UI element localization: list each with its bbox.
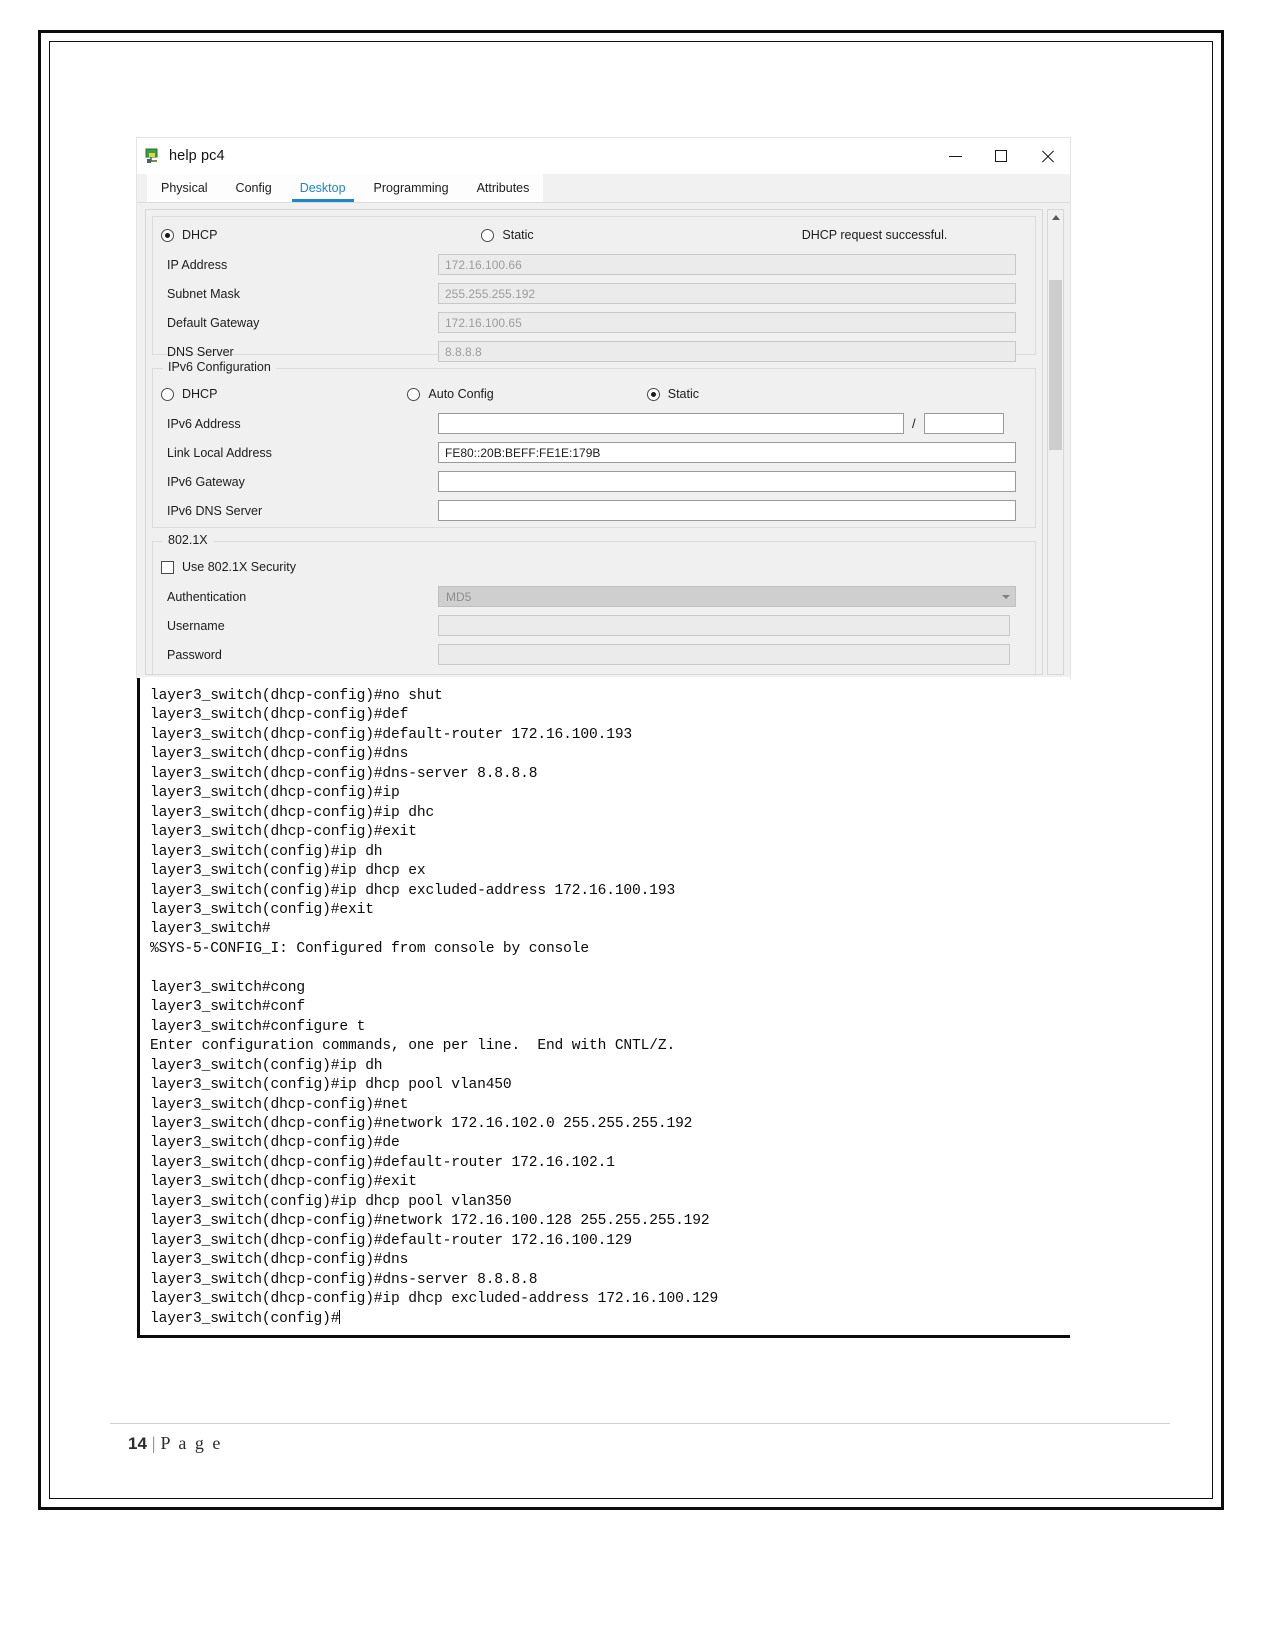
close-icon: [1040, 149, 1055, 164]
window-controls: [932, 138, 1070, 174]
link-local-address-field[interactable]: FE80::20B:BEFF:FE1E:179B: [438, 442, 1016, 463]
dot1x-group-title: 802.1X: [163, 533, 213, 547]
dns-server-field[interactable]: 8.8.8.8: [438, 341, 1016, 362]
minimize-button[interactable]: [932, 140, 978, 172]
ip-address-field[interactable]: 172.16.100.66: [438, 254, 1016, 275]
footer-divider: [110, 1423, 1170, 1424]
use-802-1x-label: Use 802.1X Security: [182, 560, 296, 574]
ipv6-auto-config-label: Auto Config: [428, 387, 494, 401]
default-gateway-field[interactable]: 172.16.100.65: [438, 312, 1016, 333]
dhcp-radio-label: DHCP: [182, 228, 218, 242]
close-button[interactable]: [1024, 140, 1070, 172]
tab-physical[interactable]: Physical: [147, 174, 222, 202]
username-label: Username: [167, 618, 225, 633]
username-field[interactable]: [438, 615, 1010, 636]
config-vertical-scrollbar[interactable]: [1047, 209, 1064, 675]
tab-physical-label: Physical: [161, 181, 208, 195]
cli-lines: layer3_switch(dhcp-config)#no shut layer…: [150, 688, 719, 1327]
dns-server-row: DNS Server 8.8.8.8: [153, 337, 1035, 366]
tab-attributes-label: Attributes: [476, 181, 530, 195]
ipv6-gateway-field[interactable]: [438, 471, 1016, 492]
tab-programming-label: Programming: [373, 181, 449, 195]
footer-page-number: 14: [128, 1434, 147, 1453]
scrollbar-thumb[interactable]: [1049, 280, 1062, 450]
ipv6-static-label: Static: [667, 387, 700, 401]
subnet-mask-label: Subnet Mask: [167, 286, 240, 301]
scroll-up-arrow-icon: [1051, 215, 1060, 220]
window-title: help pc4: [169, 148, 225, 164]
ipv6-gateway-row: IPv6 Gateway: [153, 467, 1035, 496]
password-row: Password: [153, 640, 1035, 669]
ipv6-dhcp-radio[interactable]: [161, 387, 174, 401]
config-scroll-area: DHCP Static DHCP request successful. IP …: [145, 209, 1043, 675]
ip-configuration-panel: DHCP Static DHCP request successful. IP …: [137, 203, 1070, 677]
ipv6-dns-server-field[interactable]: [438, 500, 1016, 521]
subnet-mask-row: Subnet Mask 255.255.255.192: [153, 279, 1035, 308]
link-local-address-row: Link Local Address FE80::20B:BEFF:FE1E:1…: [153, 438, 1035, 467]
ipv6-prefix-length-field[interactable]: [923, 413, 1004, 434]
ip-address-label: IP Address: [167, 257, 228, 272]
device-config-window: help pc4 Physical Config Desktop Program…: [137, 138, 1070, 678]
ipv6-mode-row: DHCP Auto Config Static: [153, 379, 1035, 409]
ipv6-address-label: IPv6 Address: [167, 416, 241, 431]
default-gateway-row: Default Gateway 172.16.100.65: [153, 308, 1035, 337]
ipv4-mode-row: DHCP Static DHCP request successful.: [153, 220, 1035, 250]
dns-server-label: DNS Server: [167, 344, 234, 359]
link-local-address-label: Link Local Address: [167, 445, 272, 460]
default-gateway-label: Default Gateway: [167, 315, 260, 330]
ipv6-auto-config-radio[interactable]: [407, 387, 421, 401]
footer-page-word: P a g e: [160, 1433, 223, 1453]
cli-caret: [339, 1309, 341, 1324]
dhcp-status-message: DHCP request successful.: [801, 228, 948, 242]
packet-tracer-device-icon: [145, 148, 161, 164]
authentication-label: Authentication: [167, 589, 247, 604]
ip-address-row: IP Address 172.16.100.66: [153, 250, 1035, 279]
scroll-up-button[interactable]: [1048, 210, 1063, 225]
ipv4-configuration-group: DHCP Static DHCP request successful. IP …: [152, 216, 1036, 362]
dot1x-group: 802.1X Use 802.1X Security Authenticatio…: [152, 533, 1036, 674]
authentication-select[interactable]: MD5: [438, 586, 1016, 607]
tab-programming[interactable]: Programming: [359, 174, 463, 202]
window-titlebar: help pc4: [137, 138, 1070, 174]
cli-console-output[interactable]: layer3_switch(dhcp-config)#no shut layer…: [137, 678, 1070, 1338]
ipv6-gateway-label: IPv6 Gateway: [167, 474, 245, 489]
password-label: Password: [167, 647, 222, 662]
window-tab-bar: Physical Config Desktop Programming Attr…: [137, 174, 1070, 203]
use-dot1x-row: Use 802.1X Security: [153, 552, 1035, 582]
ipv6-address-row: IPv6 Address /: [153, 409, 1035, 438]
ipv6-dns-server-row: IPv6 DNS Server: [153, 496, 1035, 525]
page-footer: 14 | P a g e: [128, 1433, 222, 1454]
authentication-value: MD5: [446, 589, 472, 604]
ipv6-dns-server-label: IPv6 DNS Server: [167, 503, 263, 518]
minimize-icon: [948, 155, 962, 157]
ipv6-group-title: IPv6 Configuration: [163, 360, 276, 374]
footer-separator: |: [151, 1433, 156, 1453]
ipv6-configuration-group: IPv6 Configuration DHCP Auto Config Stat…: [152, 360, 1036, 528]
maximize-icon: [995, 150, 1007, 162]
tab-config-label: Config: [235, 181, 272, 195]
maximize-button[interactable]: [978, 140, 1024, 172]
dhcp-radio[interactable]: [161, 228, 174, 242]
static-radio-label: Static: [502, 228, 534, 242]
subnet-mask-field[interactable]: 255.255.255.192: [438, 283, 1016, 304]
tab-config[interactable]: Config: [221, 174, 286, 202]
tab-attributes[interactable]: Attributes: [462, 174, 544, 202]
static-radio[interactable]: [481, 228, 495, 242]
username-row: Username: [153, 611, 1035, 640]
password-field[interactable]: [438, 644, 1010, 665]
authentication-row: Authentication MD5: [153, 582, 1035, 611]
ipv6-static-radio[interactable]: [646, 387, 660, 401]
cli-text: layer3_switch(dhcp-config)#no shut layer…: [150, 687, 1070, 1329]
tab-desktop[interactable]: Desktop: [285, 174, 360, 202]
use-802-1x-checkbox[interactable]: [161, 560, 174, 574]
tab-desktop-label: Desktop: [299, 181, 346, 195]
chevron-down-icon: [1002, 594, 1010, 599]
ipv6-address-field[interactable]: [438, 413, 904, 434]
ipv6-dhcp-label: DHCP: [182, 387, 218, 401]
ipv6-prefix-separator: /: [912, 416, 916, 431]
